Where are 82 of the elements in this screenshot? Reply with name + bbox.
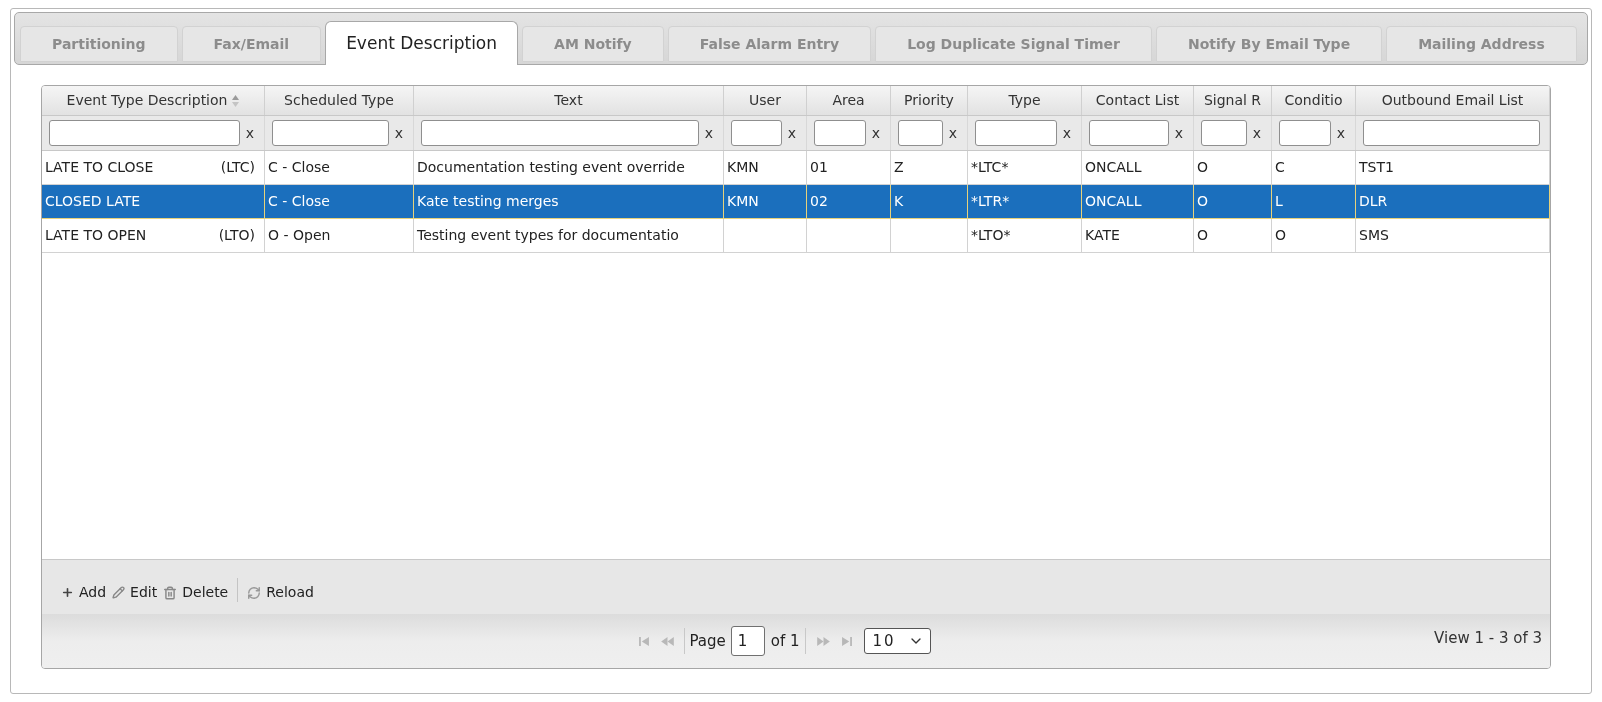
table-cell: 01: [807, 151, 891, 184]
column-header[interactable]: Contact List: [1095, 90, 1180, 111]
table-cell: K: [891, 185, 968, 218]
records-summary: View 1 - 3 of 3: [1434, 627, 1542, 649]
column-header[interactable]: Type: [1008, 90, 1041, 111]
clear-filter-button[interactable]: x: [787, 126, 796, 140]
table-cell: *LTR*: [968, 185, 1082, 218]
column-header[interactable]: Conditio: [1284, 90, 1343, 111]
filter-field[interactable]: [1363, 120, 1540, 146]
clear-filter-button[interactable]: x: [1174, 126, 1183, 140]
clear-filter-button[interactable]: x: [1336, 126, 1345, 140]
table-cell: O - Open: [265, 219, 414, 252]
filter-field[interactable]: [1201, 120, 1247, 146]
clear-filter-button[interactable]: x: [1062, 126, 1071, 140]
page-size-select[interactable]: 10: [863, 628, 931, 654]
table-cell: Kate testing merges: [414, 185, 724, 218]
plus-icon: [61, 586, 74, 599]
event-name: LATE TO CLOSE: [45, 158, 154, 177]
filter-field[interactable]: [421, 120, 699, 146]
filter-field[interactable]: [731, 120, 782, 146]
table-cell: *LTC*: [968, 151, 1082, 184]
column-header[interactable]: Event Type Description: [66, 90, 240, 111]
table-cell: Documentation testing event override: [414, 151, 724, 184]
table-cell: L: [1272, 185, 1356, 218]
edit-button[interactable]: Edit: [109, 582, 161, 603]
table-cell: KMN: [724, 185, 807, 218]
table-cell: Z: [891, 151, 968, 184]
table-row[interactable]: CLOSED LATE C - Close Kate testing merges KMN 02 K *LTR* ONCALL O L DLR: [42, 185, 1550, 219]
column-header[interactable]: User: [749, 90, 781, 111]
table-cell: O: [1194, 151, 1272, 184]
table-cell: KATE: [1082, 219, 1194, 252]
reload-button[interactable]: Reload: [244, 582, 317, 603]
table-row[interactable]: LATE TO CLOSE (LTC) C - Close Documentation testing event override KMN 01 Z *LTC* ONCALL O C TST1: [42, 151, 1550, 185]
clear-filter-button[interactable]: x: [245, 126, 254, 140]
sort-icon: [232, 94, 240, 107]
event-name: CLOSED LATE: [45, 192, 141, 211]
page-count-label: of 1: [770, 630, 800, 652]
event-code: (LTC): [220, 158, 255, 177]
clear-filter-button[interactable]: x: [871, 126, 880, 140]
table-cell: 02: [807, 185, 891, 218]
add-button[interactable]: Add: [58, 582, 110, 603]
filter-field[interactable]: [272, 120, 389, 146]
trash-icon: [163, 585, 178, 600]
table-cell: C: [1272, 151, 1356, 184]
column-header[interactable]: Priority: [904, 90, 954, 111]
tab[interactable]: Event Description: [325, 21, 519, 65]
filter-field[interactable]: [49, 120, 240, 146]
column-header[interactable]: Area: [832, 90, 865, 111]
table-cell: O: [1272, 219, 1356, 252]
filter-field[interactable]: [814, 120, 866, 146]
filter-field[interactable]: [898, 120, 943, 146]
column-header[interactable]: Signal R: [1203, 90, 1262, 111]
clear-filter-button[interactable]: x: [948, 126, 957, 140]
table-cell: Testing event types for documentatio: [414, 219, 724, 252]
table-cell: ONCALL: [1082, 151, 1194, 184]
table-cell: TST1: [1356, 151, 1550, 184]
clear-filter-button[interactable]: x: [1252, 126, 1261, 140]
table-cell: *LTO*: [968, 219, 1082, 252]
filter-field[interactable]: [975, 120, 1057, 146]
column-header[interactable]: Text: [554, 90, 583, 111]
table-cell: ONCALL: [1082, 185, 1194, 218]
column-header[interactable]: Scheduled Type: [284, 90, 394, 111]
filter-field[interactable]: [1279, 120, 1331, 146]
table-row[interactable]: LATE TO OPEN (LTO) O - Open Testing event types for documentatio *LTO* KATE O O SMS: [42, 219, 1550, 253]
table-cell: C - Close: [265, 185, 414, 218]
delete-button[interactable]: Delete: [160, 582, 232, 603]
clear-filter-button[interactable]: x: [394, 126, 403, 140]
event-code: (LTO): [218, 226, 255, 245]
column-header[interactable]: Outbound Email List: [1381, 90, 1524, 111]
page-label: Page: [689, 630, 726, 652]
pencil-icon: [112, 586, 126, 599]
page-field[interactable]: 1: [730, 626, 765, 656]
filter-field[interactable]: [1089, 120, 1169, 146]
table-cell: DLR: [1356, 185, 1550, 218]
table-cell: O: [1194, 185, 1272, 218]
table-cell: O: [1194, 219, 1272, 252]
table-cell: C - Close: [265, 151, 414, 184]
clear-filter-button[interactable]: x: [704, 126, 713, 140]
table-cell: KMN: [724, 151, 807, 184]
refresh-icon: [247, 585, 262, 600]
event-name: LATE TO OPEN: [45, 226, 147, 245]
table-cell: SMS: [1356, 219, 1550, 252]
